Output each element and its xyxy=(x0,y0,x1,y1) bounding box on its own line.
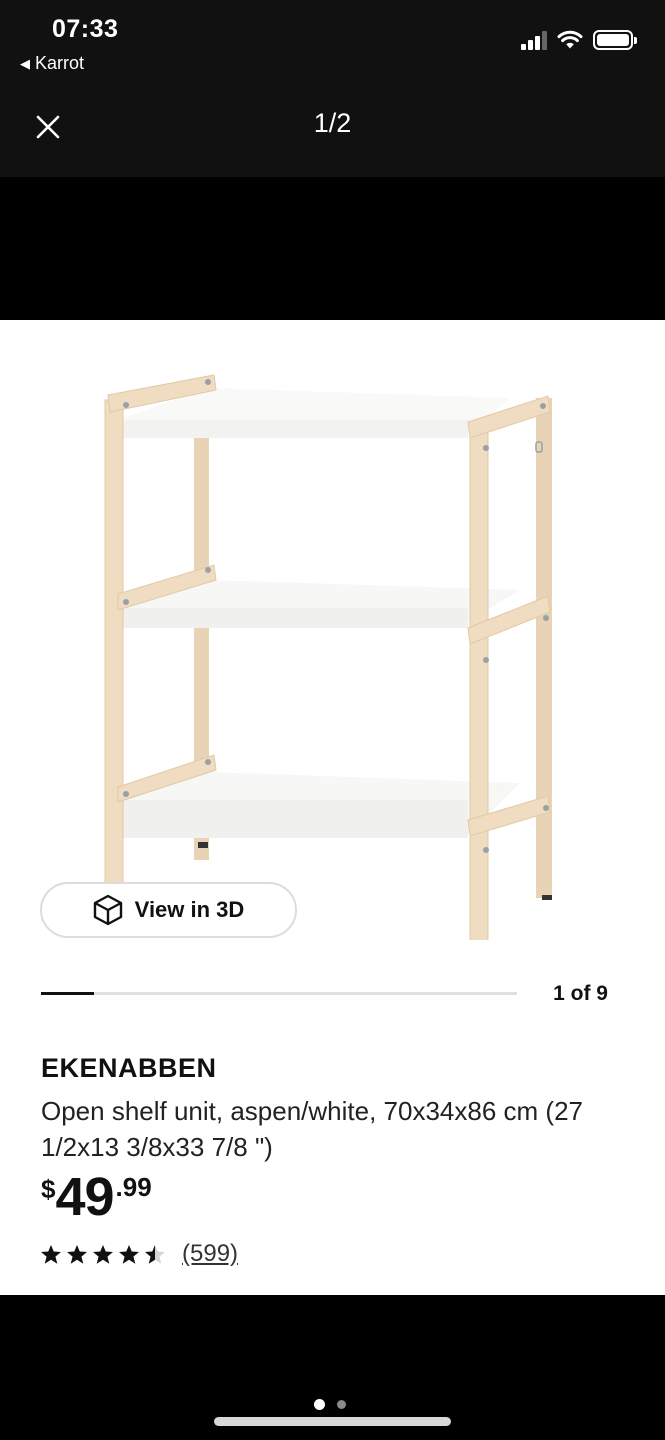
star-icon xyxy=(93,1244,113,1264)
product-description: Open shelf unit, aspen/white, 70x34x86 c… xyxy=(41,1096,583,1162)
page-dot-active[interactable] xyxy=(314,1399,325,1410)
product-rating[interactable]: (599) xyxy=(40,1240,238,1268)
shelf-unit-image[interactable] xyxy=(90,340,580,940)
view-in-3d-button[interactable]: View in 3D xyxy=(40,882,297,938)
status-time: 07:33 xyxy=(52,15,119,43)
page-dot[interactable] xyxy=(337,1400,346,1409)
wifi-icon xyxy=(557,30,583,49)
back-to-app-link[interactable]: ◀ Karrot xyxy=(20,53,84,74)
rating-stars xyxy=(40,1244,166,1265)
status-icons xyxy=(521,30,637,50)
back-app-label: Karrot xyxy=(35,53,85,73)
cellular-signal-icon xyxy=(521,30,547,50)
image-counter: 1/2 xyxy=(313,108,352,138)
star-icon xyxy=(119,1244,139,1264)
price-integer: 49 xyxy=(55,1167,114,1227)
product-card: View in 3D 1 of 9 EKENABBEN Open shelf u… xyxy=(0,320,665,1295)
top-bar: 07:33 ◀ Karrot 1/2 xyxy=(0,0,665,177)
home-indicator[interactable] xyxy=(214,1417,451,1426)
star-icon xyxy=(67,1244,87,1264)
page-indicator xyxy=(314,1399,346,1410)
image-position-label: 1 of 9 xyxy=(553,982,608,1005)
cube-icon xyxy=(93,894,122,926)
view-in-3d-label: View in 3D xyxy=(134,897,245,922)
image-progress-track xyxy=(41,992,517,995)
back-arrow-icon: ◀ xyxy=(20,55,30,71)
star-icon xyxy=(145,1244,165,1264)
star-icon xyxy=(41,1244,61,1264)
price-cents: .99 xyxy=(115,1172,152,1202)
product-name[interactable]: EKENABBEN xyxy=(41,1053,217,1084)
price-currency: $ xyxy=(41,1174,56,1204)
product-price: $ 49 .99 xyxy=(41,1168,152,1226)
battery-icon xyxy=(593,30,637,50)
image-progress-bar xyxy=(41,992,94,995)
review-count-link[interactable]: (599) xyxy=(182,1240,238,1268)
